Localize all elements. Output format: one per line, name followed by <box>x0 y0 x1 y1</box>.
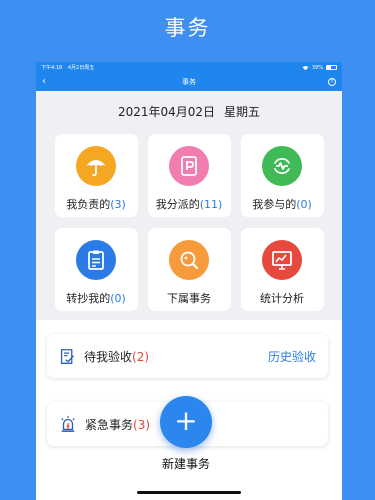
battery-percent: 39% <box>311 64 323 71</box>
current-date: 2021年04月02日 <box>117 104 216 119</box>
tile-label: 我负责的(3) <box>66 198 126 211</box>
nav-title: 事务 <box>182 78 196 86</box>
date-display: 2021年04月02日 星期五 <box>36 91 342 131</box>
tile-count: (3) <box>110 198 126 211</box>
status-time: 下午4:18 <box>41 65 63 71</box>
tile-my-responsible[interactable]: 我负责的(3) <box>54 134 138 217</box>
home-indicator[interactable] <box>137 491 241 494</box>
acceptance-icon <box>60 348 74 364</box>
banner: 事务 <box>0 0 375 62</box>
wifi-icon <box>302 65 309 70</box>
card-count: (2) <box>132 349 150 364</box>
question-circle-icon[interactable]: ? <box>328 78 336 86</box>
alarm-light-icon <box>61 415 75 432</box>
tablet-screen: 下午4:18 4月2日周五 39% ‹ 事务 ? 2021年04月02日 星期五… <box>36 62 342 500</box>
tile-my-participated[interactable]: 我参与的(0) <box>240 134 324 217</box>
banner-title: 事务 <box>164 16 211 40</box>
task-category-grid: 我负责的(3) 我分派的(11) 我参与的(0) 转抄我的(0) 下属事务 统计… <box>36 134 342 311</box>
clipboard-icon <box>76 240 116 280</box>
history-acceptance-link[interactable]: 历史验收 <box>268 348 316 365</box>
tile-count: (0) <box>110 292 126 305</box>
tile-count: (11) <box>199 198 223 211</box>
tile-label: 下属事务 <box>167 292 211 305</box>
battery-icon <box>326 65 337 70</box>
tile-statistics[interactable]: 统计分析 <box>240 228 324 311</box>
chart-analysis-icon <box>262 240 302 280</box>
card-label: 紧急事务(3) <box>85 417 151 432</box>
tile-cc-to-me[interactable]: 转抄我的(0) <box>54 228 138 311</box>
subordinate-search-icon <box>169 240 209 280</box>
participate-icon <box>262 146 302 186</box>
pending-acceptance-card[interactable]: 待我验收(2) 历史验收 <box>47 334 328 378</box>
card-label: 待我验收(2) <box>84 349 150 364</box>
assign-doc-icon <box>169 146 209 186</box>
tile-label: 转抄我的(0) <box>66 292 126 305</box>
umbrella-icon <box>76 146 116 186</box>
chevron-left-icon[interactable]: ‹ <box>42 76 46 87</box>
create-task-label: 新建事务 <box>161 457 210 471</box>
tile-label: 统计分析 <box>260 292 304 305</box>
current-weekday: 星期五 <box>224 104 261 119</box>
tile-label: 我参与的(0) <box>252 198 312 211</box>
nav-bar: ‹ 事务 ? <box>36 73 342 91</box>
status-date: 4月2日周五 <box>67 65 95 71</box>
create-task-button[interactable]: + <box>160 396 212 448</box>
tile-count: (0) <box>296 198 312 211</box>
tile-my-assigned[interactable]: 我分派的(11) <box>147 134 231 217</box>
tile-subordinate-tasks[interactable]: 下属事务 <box>147 228 231 311</box>
card-count: (3) <box>133 417 151 432</box>
status-bar: 下午4:18 4月2日周五 39% <box>36 62 342 73</box>
tile-label: 我分派的(11) <box>155 198 223 211</box>
